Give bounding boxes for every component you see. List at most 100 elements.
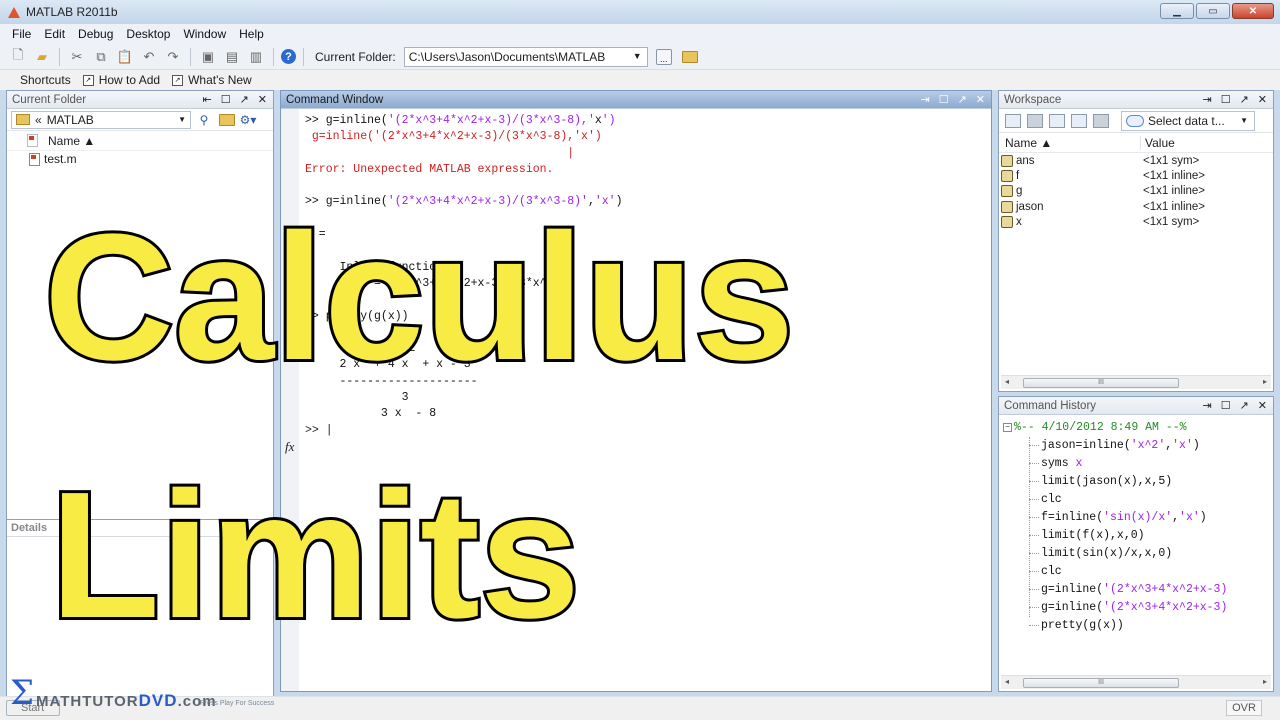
maximize-icon[interactable]: ☐ (1221, 93, 1231, 106)
guide-icon[interactable]: ▤ (222, 47, 242, 67)
history-item[interactable]: syms x (1003, 454, 1227, 472)
scroll-thumb[interactable]: III (1023, 678, 1179, 688)
select-data-dropdown[interactable]: Select data t... ▼ (1121, 110, 1255, 131)
matlab-logo-icon (8, 6, 20, 18)
history-item[interactable]: g=inline('(2*x^3+4*x^2+x-3) (1003, 580, 1227, 598)
horizontal-scrollbar[interactable]: ◂ III ▸ (1001, 675, 1271, 689)
profiler-icon[interactable]: ▥ (246, 47, 266, 67)
browse-folder-button[interactable]: ... (655, 48, 672, 65)
command-prompt-input[interactable]: >> | (305, 423, 623, 439)
dock-icon[interactable]: ⇥ (1202, 399, 1211, 412)
parent-folder-icon[interactable] (681, 50, 698, 63)
horizontal-scrollbar[interactable]: ◂ III ▸ (1001, 375, 1271, 389)
variable-name-cell: g (999, 185, 1141, 198)
maximize-icon[interactable]: ☐ (939, 93, 949, 106)
parent-folder-icon[interactable] (219, 113, 235, 126)
history-item[interactable]: f=inline('sin(x)/x','x') (1003, 508, 1227, 526)
redo-icon[interactable]: ↷ (163, 47, 183, 67)
help-icon[interactable]: ? (281, 49, 296, 64)
close-button[interactable]: ✕ (1232, 3, 1274, 19)
history-item[interactable]: jason=inline('x^2','x') (1003, 436, 1227, 454)
collapse-icon[interactable]: − (1003, 422, 1012, 432)
variable-value: <1x1 sym> (1143, 215, 1200, 228)
menu-edit[interactable]: Edit (40, 27, 74, 41)
close-icon[interactable]: ✕ (1258, 93, 1267, 106)
maximize-icon[interactable]: ☐ (1221, 399, 1231, 412)
history-item[interactable]: clc (1003, 562, 1227, 580)
workspace-variable-row[interactable]: g <1x1 inline> (999, 184, 1273, 199)
scroll-thumb[interactable]: III (1023, 378, 1179, 388)
chevron-down-icon[interactable]: ▼ (633, 51, 642, 61)
close-icon[interactable]: ✕ (258, 93, 267, 106)
open-folder-icon[interactable]: ▰ (32, 47, 52, 67)
function-browser-icon[interactable]: fx (285, 439, 294, 455)
code-token: g=inline( (1041, 600, 1104, 614)
file-list-item[interactable]: test.m (7, 151, 273, 167)
menu-help[interactable]: Help (235, 27, 273, 41)
undo-icon[interactable]: ↶ (139, 47, 159, 67)
shortcut-icon: ↗ (172, 74, 184, 86)
cut-icon[interactable]: ✂ (67, 47, 87, 67)
scroll-left-icon[interactable]: ◂ (1005, 377, 1009, 386)
panel-title: Command History (1004, 399, 1097, 412)
gear-icon[interactable]: ⚙▾ (239, 111, 257, 129)
window-controls: ▁ ▭ ✕ (1160, 3, 1274, 19)
history-item[interactable]: clc (1003, 490, 1227, 508)
save-workspace-icon[interactable] (1071, 113, 1087, 128)
variable-value: <1x1 inline> (1143, 200, 1206, 213)
workspace-variable-row[interactable]: jason <1x1 inline> (999, 199, 1273, 214)
copy-icon[interactable]: ⧉ (91, 47, 111, 67)
history-item[interactable]: pretty(g(x)) (1003, 616, 1227, 634)
paste-icon[interactable]: 📋 (115, 47, 135, 67)
maximize-button[interactable]: ▭ (1196, 3, 1230, 19)
current-folder-input[interactable]: C:\Users\Jason\Documents\MATLAB ▼ (403, 46, 648, 67)
menu-window[interactable]: Window (179, 27, 235, 41)
variable-value: <1x1 inline> (1143, 185, 1206, 198)
chevron-down-icon[interactable]: ▼ (1240, 116, 1248, 125)
search-icon[interactable]: ⚲ (195, 111, 213, 129)
toolbar-separator (303, 47, 304, 66)
shortcut-whats-new[interactable]: ↗ What's New (172, 73, 252, 87)
history-item[interactable]: g=inline('(2*x^3+4*x^2+x-3) (1003, 598, 1227, 616)
history-item[interactable]: limit(jason(x),x,5) (1003, 472, 1227, 490)
close-icon[interactable]: ✕ (976, 93, 985, 106)
dock-icon[interactable]: ⇥ (920, 93, 929, 106)
menu-desktop[interactable]: Desktop (122, 27, 179, 41)
history-session-header[interactable]: − %-- 4/10/2012 8:49 AM --% (1003, 418, 1227, 436)
workspace-variable-row[interactable]: ans <1x1 sym> (999, 153, 1273, 168)
maximize-icon[interactable]: ☐ (221, 93, 231, 106)
column-value-header[interactable]: Value (1141, 136, 1175, 150)
delete-variable-icon[interactable] (1093, 113, 1109, 128)
code-token: '(2*x^3+4*x^2+x-3) (1103, 600, 1228, 614)
menu-debug[interactable]: Debug (74, 27, 122, 41)
workspace-variable-row[interactable]: f <1x1 inline> (999, 168, 1273, 183)
select-all-icon[interactable] (27, 134, 38, 147)
close-icon[interactable]: ✕ (1258, 399, 1267, 412)
new-variable-icon[interactable] (1005, 113, 1021, 128)
minimize-button[interactable]: ▁ (1160, 3, 1194, 19)
undock-icon[interactable]: ↗ (958, 93, 967, 106)
menu-file[interactable]: File (8, 27, 40, 41)
history-item[interactable]: limit(sin(x)/x,x,0) (1003, 544, 1227, 562)
dock-icon[interactable]: ⇤ (202, 93, 211, 106)
scroll-left-icon[interactable]: ◂ (1005, 677, 1009, 686)
history-item[interactable]: limit(f(x),x,0) (1003, 526, 1227, 544)
shortcut-label: What's New (188, 73, 252, 87)
new-file-icon[interactable]: 🗋 (8, 47, 28, 67)
undock-icon[interactable]: ↗ (1240, 399, 1249, 412)
undock-icon[interactable]: ↗ (1240, 93, 1249, 106)
column-name-header[interactable]: Name ▲ (999, 135, 1141, 150)
shortcut-how-to-add[interactable]: ↗ How to Add (82, 73, 160, 87)
simulink-icon[interactable]: ▣ (198, 47, 218, 67)
chevron-down-icon[interactable]: ▼ (178, 115, 186, 124)
column-name-header[interactable]: Name ▲ (48, 134, 95, 148)
open-variable-icon[interactable] (1027, 113, 1043, 128)
undock-icon[interactable]: ↗ (240, 93, 249, 106)
import-data-icon[interactable] (1049, 113, 1065, 128)
dock-icon[interactable]: ⇥ (1202, 93, 1211, 106)
folder-address-input[interactable]: « MATLAB ▼ (11, 110, 191, 129)
shortcuts-label[interactable]: Shortcuts (20, 73, 71, 87)
workspace-variable-row[interactable]: x <1x1 sym> (999, 214, 1273, 229)
scroll-right-icon[interactable]: ▸ (1263, 377, 1267, 386)
scroll-right-icon[interactable]: ▸ (1263, 677, 1267, 686)
